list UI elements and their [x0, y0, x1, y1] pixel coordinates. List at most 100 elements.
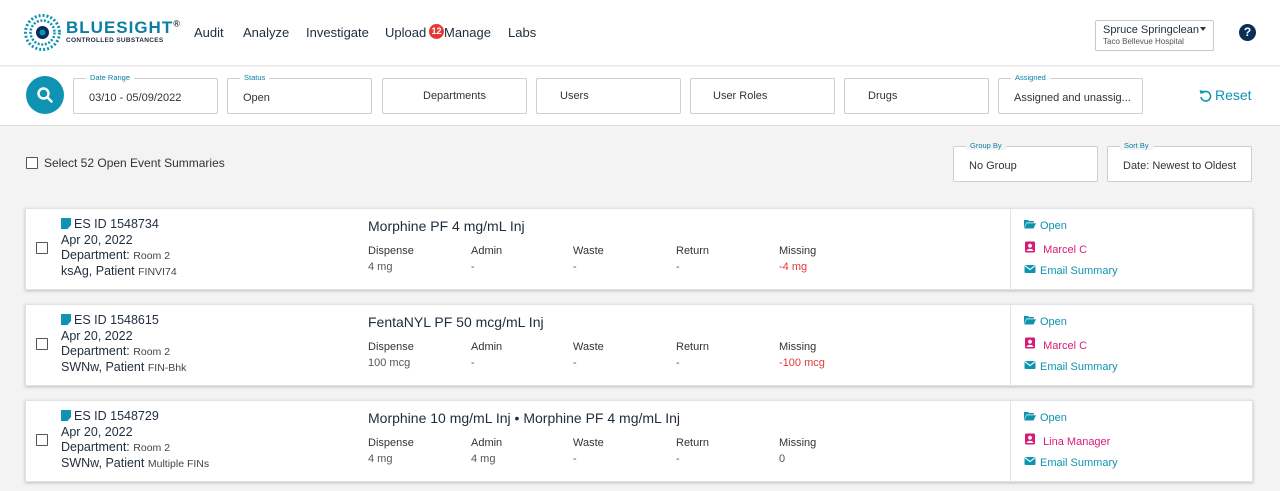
document-icon — [61, 218, 71, 229]
assignee-link[interactable]: Lina Manager — [1024, 433, 1110, 448]
nav-analyze[interactable]: Analyze — [243, 25, 289, 40]
folder-open-icon — [1024, 412, 1036, 421]
envelope-icon — [1024, 457, 1036, 465]
logo-mark-icon — [24, 14, 61, 51]
help-icon[interactable]: ? — [1239, 24, 1256, 41]
col-return-header: Return — [676, 437, 710, 449]
dispense-value: 100 mcg — [368, 357, 411, 369]
group-by-value: No Group — [969, 160, 1017, 172]
sort-by-label: Sort By — [1120, 141, 1153, 150]
site-hospital-name: Taco Bellevue Hospital — [1103, 37, 1184, 46]
status-value: Open — [243, 92, 270, 104]
assigned-filter[interactable]: Assigned Assigned and unassig... — [998, 73, 1143, 114]
brand-name: BLUESIGHT® — [66, 18, 181, 37]
site-user-name: Spruce Springclean — [1103, 24, 1200, 36]
return-value: - — [676, 357, 680, 369]
card-divider — [1010, 401, 1011, 481]
card-divider — [1010, 209, 1011, 289]
col-dispense-header: Dispense — [368, 341, 414, 353]
reset-label: Reset — [1215, 87, 1252, 103]
col-waste-header: Waste — [573, 437, 604, 449]
search-icon — [37, 87, 53, 103]
caret-down-icon — [1200, 27, 1206, 31]
nav-upload[interactable]: Upload — [385, 25, 426, 40]
event-drug: FentaNYL PF 50 mcg/mL Inj — [368, 314, 544, 330]
select-all-checkbox[interactable] — [26, 157, 38, 169]
event-checkbox[interactable] — [36, 338, 48, 350]
document-icon — [61, 410, 71, 421]
event-id[interactable]: ES ID 1548729 — [74, 409, 159, 423]
user-badge-icon — [1025, 241, 1035, 253]
document-icon — [61, 314, 71, 325]
event-department: Department: Room 2 — [61, 344, 171, 358]
event-date: Apr 20, 2022 — [61, 329, 133, 343]
admin-value: - — [471, 357, 475, 369]
event-id[interactable]: ES ID 1548734 — [74, 217, 159, 231]
col-missing-header: Missing — [779, 437, 817, 449]
event-checkbox[interactable] — [36, 242, 48, 254]
filter-bar: Date Range 03/10 - 05/09/2022 Status Ope… — [0, 67, 1280, 126]
folder-open-icon — [1024, 316, 1036, 325]
event-date: Apr 20, 2022 — [61, 233, 133, 247]
event-card[interactable]: ES ID 1548615 Apr 20, 2022 Department: R… — [25, 304, 1253, 386]
assigned-value: Assigned and unassig... — [1014, 92, 1131, 104]
assigned-label: Assigned — [1011, 73, 1050, 82]
email-summary-link[interactable]: Email Summary — [1024, 360, 1118, 373]
status-link[interactable]: Open — [1024, 315, 1067, 328]
return-value: - — [676, 453, 680, 465]
email-summary-link[interactable]: Email Summary — [1024, 264, 1118, 277]
event-card[interactable]: ES ID 1548729 Apr 20, 2022 Department: R… — [25, 400, 1253, 482]
event-card[interactable]: ES ID 1548734 Apr 20, 2022 Department: R… — [25, 208, 1253, 290]
envelope-icon — [1024, 265, 1036, 273]
email-summary-link[interactable]: Email Summary — [1024, 456, 1118, 469]
users-filter[interactable]: Users — [536, 78, 681, 114]
assignee-link[interactable]: Marcel C — [1024, 337, 1087, 352]
status-link[interactable]: Open — [1024, 411, 1067, 424]
col-waste-header: Waste — [573, 245, 604, 257]
col-admin-header: Admin — [471, 245, 503, 257]
sort-by-select[interactable]: Sort By Date: Newest to Oldest — [1107, 141, 1252, 182]
status-link[interactable]: Open — [1024, 219, 1067, 232]
col-missing-header: Missing — [779, 341, 817, 353]
col-dispense-header: Dispense — [368, 437, 414, 449]
missing-value: 0 — [779, 453, 786, 465]
col-return-header: Return — [676, 245, 710, 257]
folder-open-icon — [1024, 220, 1036, 229]
drugs-placeholder: Drugs — [868, 90, 898, 102]
col-admin-header: Admin — [471, 437, 503, 449]
event-id[interactable]: ES ID 1548615 — [74, 313, 159, 327]
user-roles-placeholder: User Roles — [713, 90, 768, 102]
return-value: - — [676, 261, 680, 273]
user-roles-filter[interactable]: User Roles — [690, 78, 835, 114]
bluesight-logo[interactable]: BLUESIGHT® CONTROLLED SUBSTANCES — [24, 14, 180, 52]
dispense-value: 4 mg — [368, 261, 393, 273]
reset-button[interactable]: Reset — [1199, 87, 1252, 103]
col-admin-header: Admin — [471, 341, 503, 353]
status-filter[interactable]: Status Open — [227, 73, 372, 114]
user-badge-icon — [1025, 337, 1035, 349]
date-range-value: 03/10 - 05/09/2022 — [89, 92, 182, 104]
event-checkbox[interactable] — [36, 434, 48, 446]
envelope-icon — [1024, 361, 1036, 369]
site-selector[interactable]: Spruce Springclean Taco Bellevue Hospita… — [1095, 20, 1214, 51]
nav-manage[interactable]: Manage — [444, 25, 491, 40]
search-button[interactable] — [26, 76, 64, 114]
group-by-select[interactable]: Group By No Group — [953, 141, 1098, 182]
event-department: Department: Room 2 — [61, 440, 171, 454]
event-drug: Morphine 10 mg/mL Inj • Morphine PF 4 mg… — [368, 410, 680, 426]
waste-value: - — [573, 453, 577, 465]
drugs-filter[interactable]: Drugs — [844, 78, 989, 114]
nav-audit[interactable]: Audit — [194, 25, 224, 40]
card-divider — [1010, 305, 1011, 385]
nav-labs[interactable]: Labs — [508, 25, 536, 40]
departments-filter[interactable]: Departments — [382, 78, 527, 114]
manage-notification-badge: 12 — [429, 24, 444, 39]
top-nav: BLUESIGHT® CONTROLLED SUBSTANCES Audit A… — [0, 0, 1280, 66]
admin-value: 4 mg — [471, 453, 496, 465]
date-range-filter[interactable]: Date Range 03/10 - 05/09/2022 — [73, 73, 218, 114]
brand-tagline: CONTROLLED SUBSTANCES — [66, 37, 164, 44]
assignee-link[interactable]: Marcel C — [1024, 241, 1087, 256]
nav-investigate[interactable]: Investigate — [306, 25, 369, 40]
missing-value: -4 mg — [779, 261, 808, 273]
date-range-label: Date Range — [86, 73, 135, 82]
